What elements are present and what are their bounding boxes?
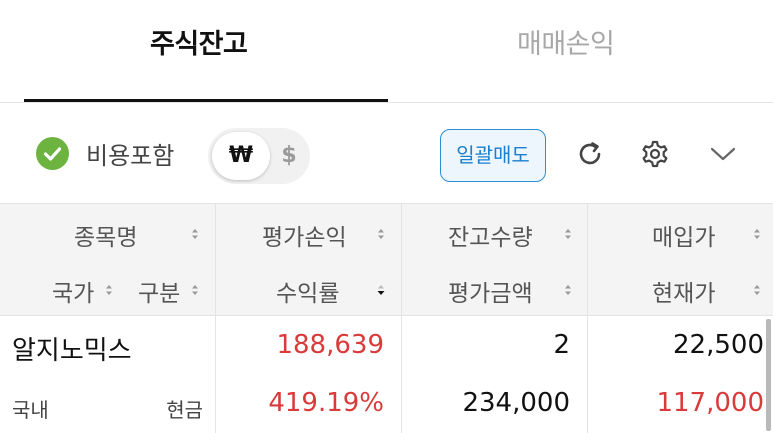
header-stock-name[interactable]: 종목명 — [74, 218, 137, 252]
header-buy-price[interactable]: 매입가 — [652, 218, 715, 252]
column-divider — [215, 316, 216, 433]
current-price-value: 117,000 — [656, 388, 764, 418]
header-quantity[interactable]: 잔고수량 — [448, 218, 533, 252]
header-eval-amount[interactable]: 평가금액 — [448, 274, 533, 308]
header-country[interactable]: 국가 — [52, 274, 94, 308]
scrollbar[interactable] — [766, 319, 771, 431]
header-type[interactable]: 구분 — [138, 274, 180, 308]
sort-icon[interactable] — [752, 226, 762, 242]
quantity-value: 2 — [553, 330, 570, 360]
sort-icon[interactable] — [376, 226, 386, 242]
buy-price-value: 22,500 — [673, 330, 764, 360]
column-divider — [401, 316, 402, 433]
chevron-down-icon[interactable] — [708, 139, 738, 169]
include-fee-label[interactable]: 비용포함 — [86, 136, 174, 171]
sort-icon[interactable] — [563, 226, 573, 242]
sort-icon[interactable] — [190, 282, 200, 298]
column-divider — [215, 204, 216, 317]
stock-name[interactable]: 알지노믹스 — [12, 330, 132, 367]
sort-icon[interactable] — [752, 282, 762, 298]
sort-icon[interactable] — [104, 282, 114, 298]
column-divider — [401, 204, 402, 317]
tab-bar: 주식잔고 매매손익 — [0, 0, 773, 103]
refresh-icon[interactable] — [575, 139, 605, 169]
tab-trade-profit-loss[interactable]: 매매손익 — [517, 22, 615, 61]
currency-won-option[interactable]: ₩ — [212, 132, 270, 180]
bulk-sell-button[interactable]: 일괄매도 — [440, 129, 546, 182]
check-circle-icon[interactable] — [36, 137, 69, 170]
header-eval-profit-loss[interactable]: 평가손익 — [262, 218, 347, 252]
sort-icon[interactable] — [190, 226, 200, 242]
gear-icon[interactable] — [640, 139, 670, 169]
tab-stock-balance[interactable]: 주식잔고 — [150, 22, 248, 61]
sort-icon[interactable] — [563, 282, 573, 298]
currency-toggle[interactable]: ₩ $ — [208, 128, 310, 184]
currency-dollar-option[interactable]: $ — [274, 132, 304, 180]
column-divider — [587, 204, 588, 317]
eval-amount-value: 234,000 — [462, 388, 570, 418]
table-header: 종목명 평가손익 잔고수량 매입가 국가 구분 수익률 평가금액 현재가 — [0, 203, 773, 317]
header-return-rate[interactable]: 수익률 — [276, 274, 339, 308]
header-current-price[interactable]: 현재가 — [652, 274, 715, 308]
stock-country: 국내 — [12, 398, 49, 422]
column-divider — [587, 316, 588, 433]
toolbar: 비용포함 ₩ $ 일괄매도 — [0, 103, 773, 203]
stock-type: 현금 — [166, 398, 203, 422]
sort-desc-icon[interactable] — [376, 282, 386, 298]
holdings-table: 종목명 평가손익 잔고수량 매입가 국가 구분 수익률 평가금액 현재가 알지노… — [0, 203, 773, 433]
return-rate-value: 419.19% — [268, 388, 384, 418]
eval-profit-loss-value: 188,639 — [276, 330, 384, 360]
table-row[interactable]: 알지노믹스 국내 현금 188,639 419.19% 2 234,000 22… — [0, 316, 773, 433]
